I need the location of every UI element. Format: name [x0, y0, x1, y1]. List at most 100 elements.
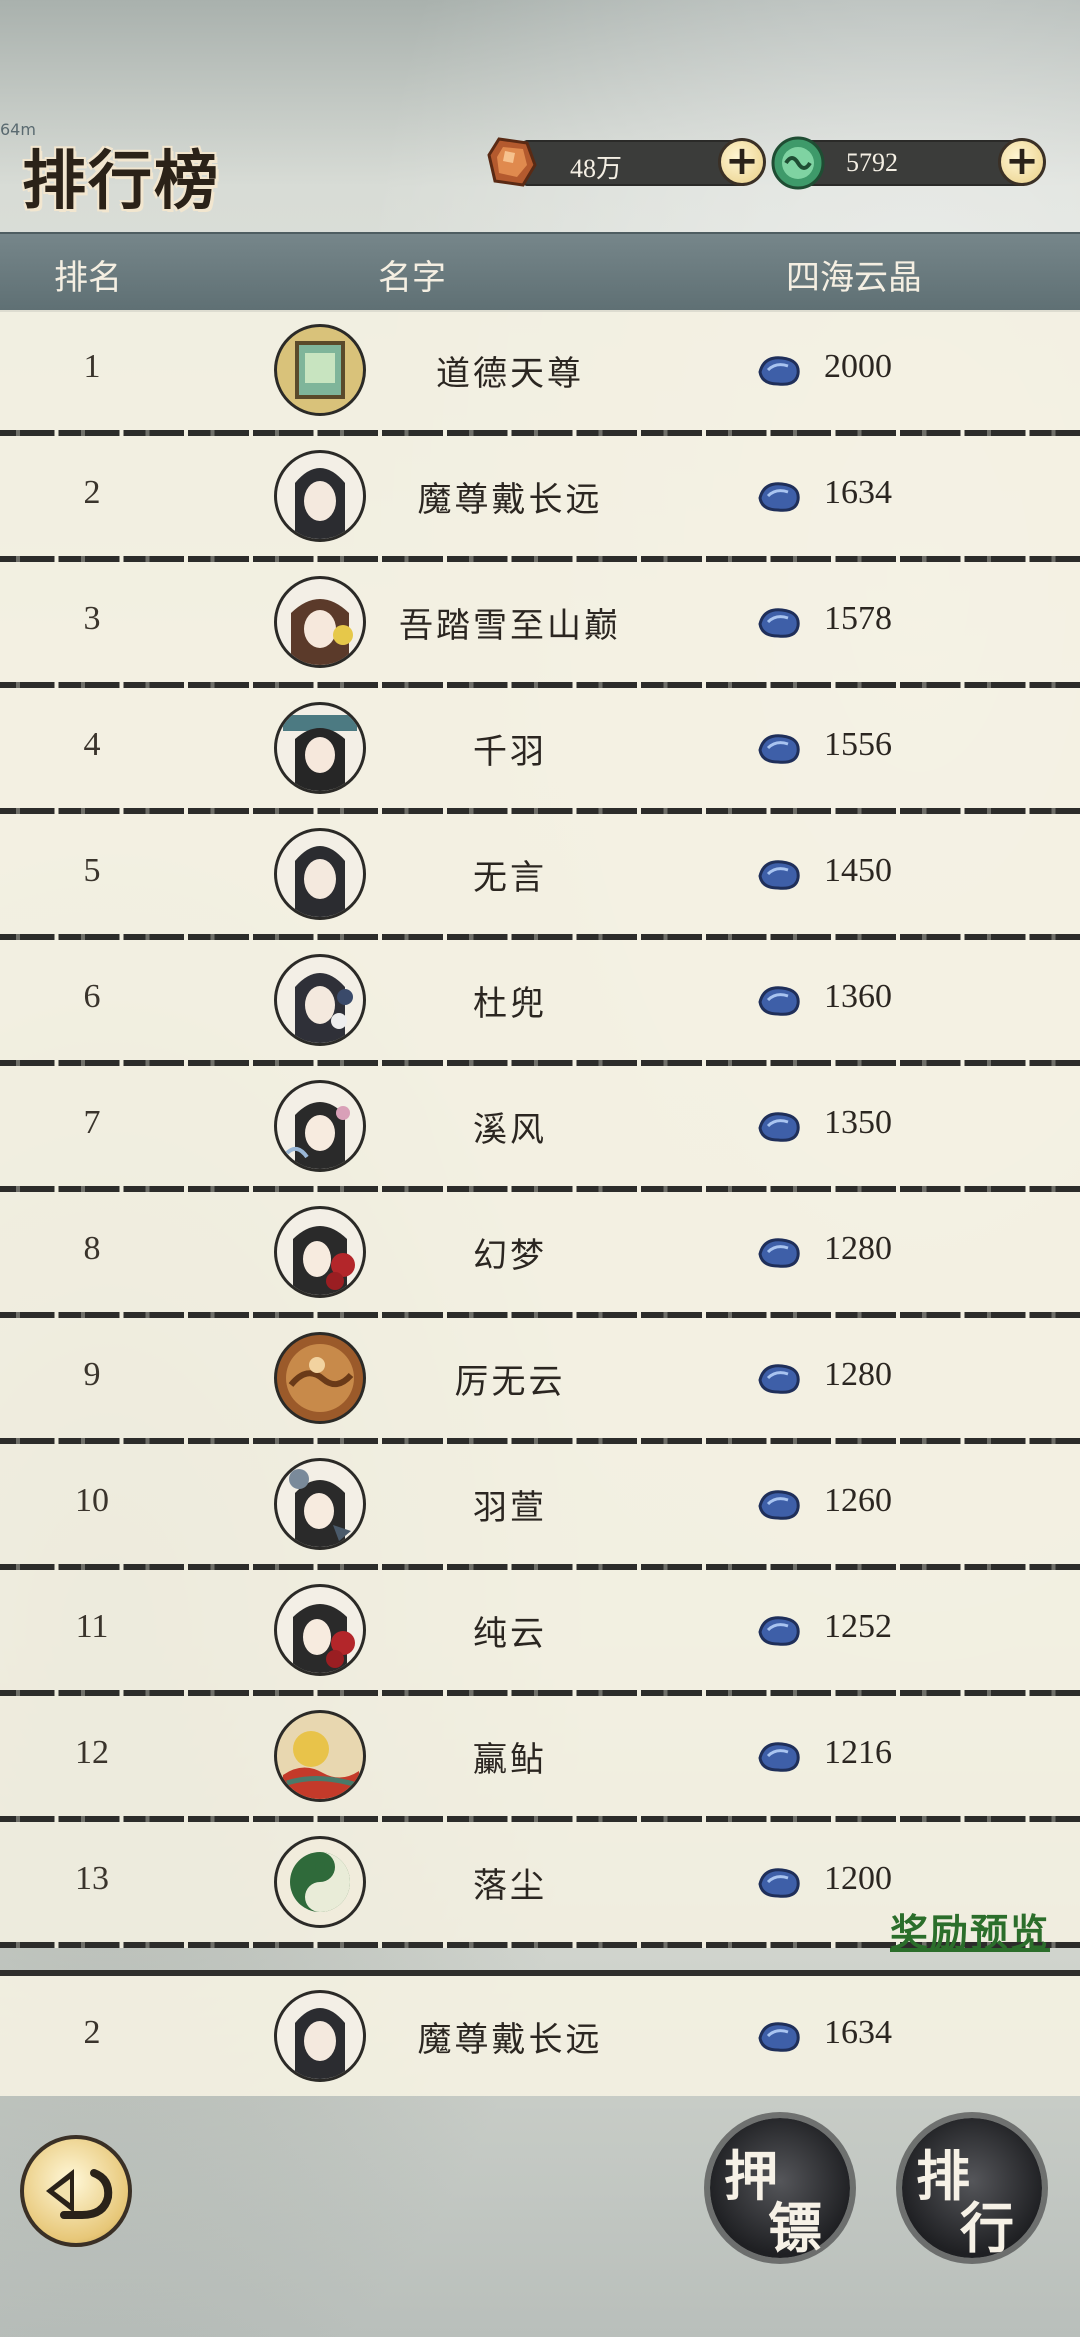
rank-cell: 3 [83, 600, 101, 637]
player-name[interactable]: 纯云 [380, 1606, 640, 1655]
cloud-crystal-icon [758, 1490, 800, 1520]
score-cell: 1450 [824, 852, 892, 889]
score-cell: 1350 [824, 1104, 892, 1141]
rank-cell: 2 [83, 474, 101, 511]
table-row[interactable]: 1 道德天尊 2000 [0, 310, 1080, 436]
cloud-crystal-icon [758, 356, 800, 386]
ranking-button[interactable]: 排 行 [902, 2118, 1042, 2260]
score-cell: 1260 [824, 1482, 892, 1519]
page-title: 排行榜 [22, 144, 220, 219]
player-name[interactable]: 道德天尊 [380, 346, 640, 395]
player-name[interactable]: 魔尊戴长远 [380, 472, 640, 521]
avatar[interactable] [274, 1710, 366, 1802]
cloud-crystal-icon [758, 482, 800, 512]
player-name[interactable]: 厉无云 [380, 1354, 640, 1403]
avatar[interactable] [274, 576, 366, 668]
rank-cell: 7 [83, 1104, 101, 1141]
add-gold-button[interactable]: + [718, 138, 766, 186]
cloud-crystal-icon [758, 1742, 800, 1772]
jade-coin-icon [771, 136, 825, 190]
player-name[interactable]: 幻梦 [380, 1228, 640, 1277]
back-arrow-icon [46, 2169, 113, 2219]
table-row[interactable]: 11 纯云 1252 [0, 1570, 1080, 1696]
table-row[interactable]: 10 羽萱 1260 [0, 1444, 1080, 1570]
add-jade-button[interactable]: + [998, 138, 1046, 186]
my-avatar[interactable] [274, 1990, 366, 2082]
jade-currency-bar: 5792 [800, 140, 1030, 186]
rank-cell: 8 [83, 1230, 101, 1267]
gold-currency-bar: 48万 [520, 140, 750, 186]
cloud-crystal-icon [758, 986, 800, 1016]
avatar[interactable] [274, 1332, 366, 1424]
score-cell: 1578 [824, 600, 892, 637]
rank-cell: 11 [75, 1608, 109, 1645]
rank-cell: 12 [75, 1734, 109, 1771]
avatar[interactable] [274, 954, 366, 1046]
cloud-crystal-icon [758, 2022, 800, 2052]
table-row[interactable]: 4 千羽 1556 [0, 688, 1080, 814]
my-rank-cell: 2 [83, 2014, 101, 2051]
rank-cell: 13 [75, 1860, 109, 1897]
score-cell: 1556 [824, 726, 892, 763]
cloud-crystal-icon [758, 1868, 800, 1898]
player-name[interactable]: 杜兜 [380, 976, 640, 1025]
gold-amount: 48万 [570, 154, 623, 183]
score-cell: 1634 [824, 474, 892, 511]
ranking-button-char-2: 行 [960, 2196, 1014, 2260]
table-row[interactable]: 8 幻梦 1280 [0, 1192, 1080, 1318]
rank-cell: 5 [83, 852, 101, 889]
avatar[interactable] [274, 702, 366, 794]
player-name[interactable]: 羽萱 [380, 1480, 640, 1529]
avatar[interactable] [274, 1458, 366, 1550]
table-row[interactable]: 6 杜兜 1360 [0, 940, 1080, 1066]
back-button[interactable] [20, 2135, 132, 2247]
table-row[interactable]: 7 溪风 1350 [0, 1066, 1080, 1192]
rank-column-header: 排名 [54, 258, 122, 298]
name-column-header: 名字 [378, 258, 446, 298]
cloud-crystal-icon [758, 860, 800, 890]
avatar[interactable] [274, 324, 366, 416]
table-header: 排名 名字 四海云晶 [0, 232, 1080, 312]
player-name[interactable]: 臝鲇 [380, 1732, 640, 1781]
player-name[interactable]: 溪风 [380, 1102, 640, 1151]
score-cell: 1360 [824, 978, 892, 1015]
avatar[interactable] [274, 450, 366, 542]
cloud-crystal-icon [758, 734, 800, 764]
table-row[interactable]: 3 吾踏雪至山巅 1578 [0, 562, 1080, 688]
score-cell: 1200 [824, 1860, 892, 1897]
escort-button[interactable]: 押 镖 [710, 2118, 850, 2260]
avatar[interactable] [274, 828, 366, 920]
gold-gem-icon [487, 137, 537, 187]
my-rank-row[interactable]: 2 魔尊戴长远 1634 [0, 1970, 1080, 2096]
table-row[interactable]: 9 厉无云 1280 [0, 1318, 1080, 1444]
table-row[interactable]: 12 臝鲇 1216 [0, 1696, 1080, 1822]
table-row[interactable]: 5 无言 1450 [0, 814, 1080, 940]
avatar[interactable] [274, 1206, 366, 1298]
player-name[interactable]: 吾踏雪至山巅 [380, 598, 640, 647]
score-cell: 1280 [824, 1230, 892, 1267]
jade-amount: 5792 [846, 148, 898, 177]
rank-cell: 1 [83, 348, 101, 385]
my-player-name[interactable]: 魔尊戴长远 [380, 2012, 640, 2061]
score-cell: 1216 [824, 1734, 892, 1771]
cloud-crystal-icon [758, 1616, 800, 1646]
cloud-crystal-icon [758, 1112, 800, 1142]
cloud-crystal-icon [758, 1364, 800, 1394]
score-cell: 1252 [824, 1608, 892, 1645]
avatar[interactable] [274, 1584, 366, 1676]
player-name[interactable]: 千羽 [380, 724, 640, 773]
score-column-header: 四海云晶 [786, 258, 922, 298]
reward-preview-link[interactable]: 奖励预览 [890, 1902, 1050, 1957]
rank-cell: 9 [83, 1356, 101, 1393]
table-row[interactable]: 2 魔尊戴长远 1634 [0, 436, 1080, 562]
avatar[interactable] [274, 1080, 366, 1172]
rank-cell: 10 [75, 1482, 109, 1519]
player-name[interactable]: 无言 [380, 850, 640, 899]
score-cell: 2000 [824, 348, 892, 385]
score-cell: 1280 [824, 1356, 892, 1393]
escort-button-char-2: 镖 [768, 2196, 822, 2260]
cloud-crystal-icon [758, 608, 800, 638]
my-score-cell: 1634 [824, 2014, 892, 2051]
player-name[interactable]: 落尘 [380, 1858, 640, 1907]
avatar[interactable] [274, 1836, 366, 1928]
